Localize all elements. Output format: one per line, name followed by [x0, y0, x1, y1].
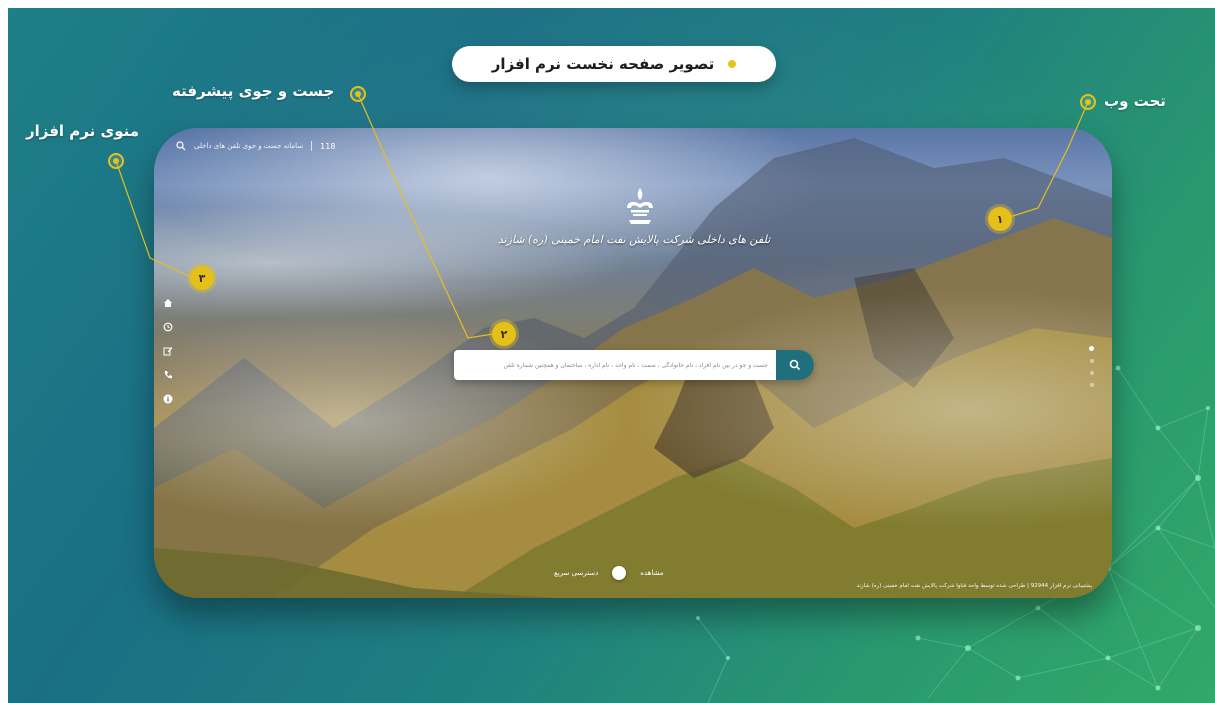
- topbar-divider: [311, 141, 313, 151]
- history-icon[interactable]: [161, 320, 175, 334]
- slide-title-pill: تصویر صفحه نخست نرم افزار: [452, 46, 776, 82]
- info-icon[interactable]: [161, 392, 175, 406]
- quick-access-bar: مشاهده دسترسی سریع: [554, 566, 663, 580]
- topbar-link[interactable]: سامانه جست و جوی تلفن های داخلی: [194, 142, 303, 150]
- search-icon: [789, 359, 801, 371]
- callout-search-label: جست و جوی پیشرفته: [172, 82, 335, 100]
- advanced-search-bar: [454, 350, 814, 380]
- callout-web-marker-icon: [1080, 94, 1096, 110]
- software-homepage-screenshot: سامانه جست و جوی تلفن های داخلی 118 تلفن…: [154, 128, 1112, 598]
- callout-menu-marker-icon: [108, 153, 124, 169]
- search-icon[interactable]: [176, 141, 186, 151]
- footer-credit: پشتیبانی نرم افزار 92944 | طراحی شده توس…: [856, 583, 1092, 589]
- software-side-menu: [158, 296, 178, 406]
- home-icon[interactable]: [161, 296, 175, 310]
- search-button[interactable]: [776, 350, 814, 380]
- search-input[interactable]: [454, 350, 776, 380]
- slider-dot[interactable]: [1089, 371, 1094, 375]
- slider-dot[interactable]: [1089, 346, 1094, 351]
- callout-web-label: تحت وب: [1104, 92, 1166, 110]
- slider-dot[interactable]: [1089, 359, 1094, 363]
- slide-title: تصویر صفحه نخست نرم افزار: [491, 55, 715, 73]
- title-bullet-icon: [728, 60, 737, 68]
- callout-badge-1: ۱: [988, 207, 1012, 231]
- company-name-calligraphy: تلفن های داخلی شرکت پالایش نفت امام خمین…: [497, 233, 771, 246]
- callout-search-marker-icon: [350, 86, 366, 102]
- presentation-slide: تصویر صفحه نخست نرم افزار تحت وب جست و ج…: [8, 8, 1215, 703]
- phone-icon[interactable]: [161, 368, 175, 382]
- edit-icon[interactable]: [161, 344, 175, 358]
- callout-badge-2: ۲: [492, 322, 516, 346]
- slider-dot[interactable]: [1089, 383, 1094, 387]
- slider-pagination: [1089, 346, 1094, 387]
- mockup-top-bar: سامانه جست و جوی تلفن های داخلی 118: [176, 138, 335, 154]
- quick-access-toggle[interactable]: [612, 566, 627, 580]
- quick-access-label[interactable]: دسترسی سریع: [554, 569, 598, 577]
- topbar-number: 118: [320, 141, 336, 151]
- callout-menu-label: منوی نرم افزار: [26, 122, 140, 140]
- company-logo-icon: [627, 188, 653, 224]
- quick-access-view-link[interactable]: مشاهده: [640, 569, 663, 577]
- callout-badge-3: ۳: [190, 266, 214, 290]
